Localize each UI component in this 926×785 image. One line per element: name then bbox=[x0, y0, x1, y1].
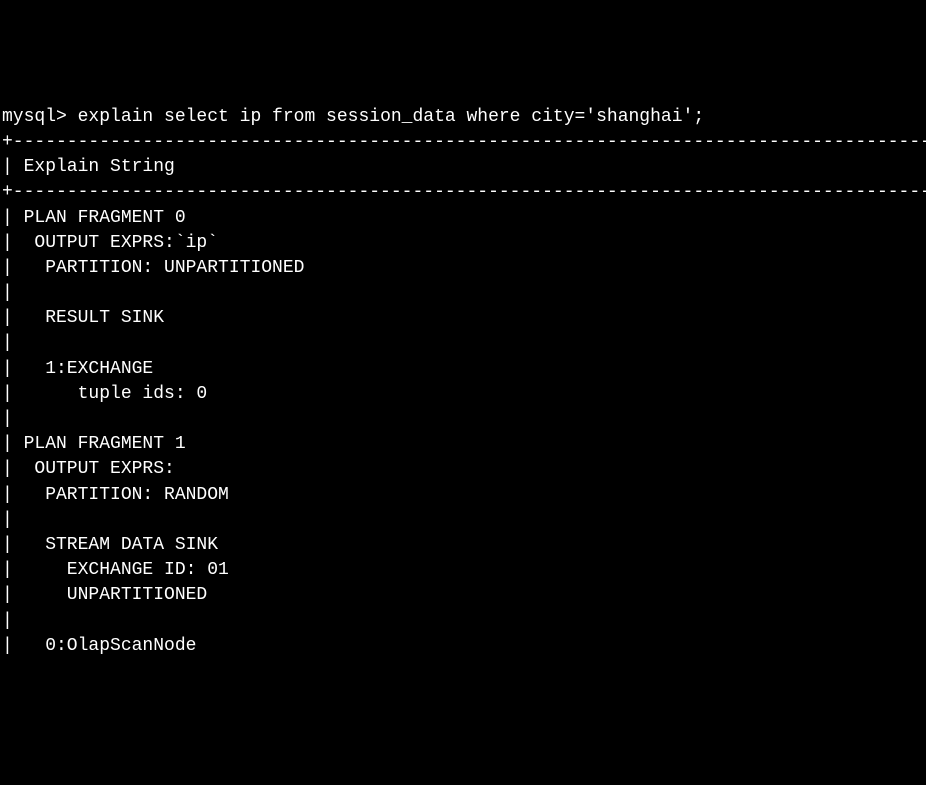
plan-line: | STREAM DATA SINK bbox=[0, 535, 218, 555]
plan-line: | UNPARTITIONED bbox=[0, 585, 207, 605]
plan-line: | bbox=[0, 333, 13, 353]
plan-line: | tuple ids: 0 bbox=[0, 384, 207, 404]
table-header: | Explain String bbox=[0, 157, 175, 177]
plan-line: | bbox=[0, 409, 13, 429]
mysql-prompt: mysql> bbox=[2, 107, 67, 127]
plan-line: | EXCHANGE ID: 01 bbox=[0, 560, 229, 580]
plan-line: | OUTPUT EXPRS: bbox=[0, 459, 175, 479]
plan-line: | 1:EXCHANGE bbox=[0, 359, 153, 379]
plan-line: | PARTITION: UNPARTITIONED bbox=[0, 258, 304, 278]
plan-line: | PLAN FRAGMENT 1 bbox=[0, 434, 186, 454]
plan-line: | bbox=[0, 283, 13, 303]
sql-command: explain select ip from session_data wher… bbox=[67, 107, 704, 127]
plan-line: | RESULT SINK bbox=[0, 308, 164, 328]
table-border-mid: +---------------------------------------… bbox=[0, 182, 926, 202]
plan-line: | PARTITION: RANDOM bbox=[0, 485, 229, 505]
terminal-output[interactable]: mysql> explain select ip from session_da… bbox=[0, 105, 926, 659]
plan-line: | bbox=[0, 510, 13, 530]
plan-line: | OUTPUT EXPRS:`ip` bbox=[0, 233, 218, 253]
plan-line: | 0:OlapScanNode bbox=[0, 636, 196, 656]
plan-line: | PLAN FRAGMENT 0 bbox=[0, 208, 186, 228]
plan-line: | bbox=[0, 611, 13, 631]
table-border-top: +---------------------------------------… bbox=[0, 132, 926, 152]
